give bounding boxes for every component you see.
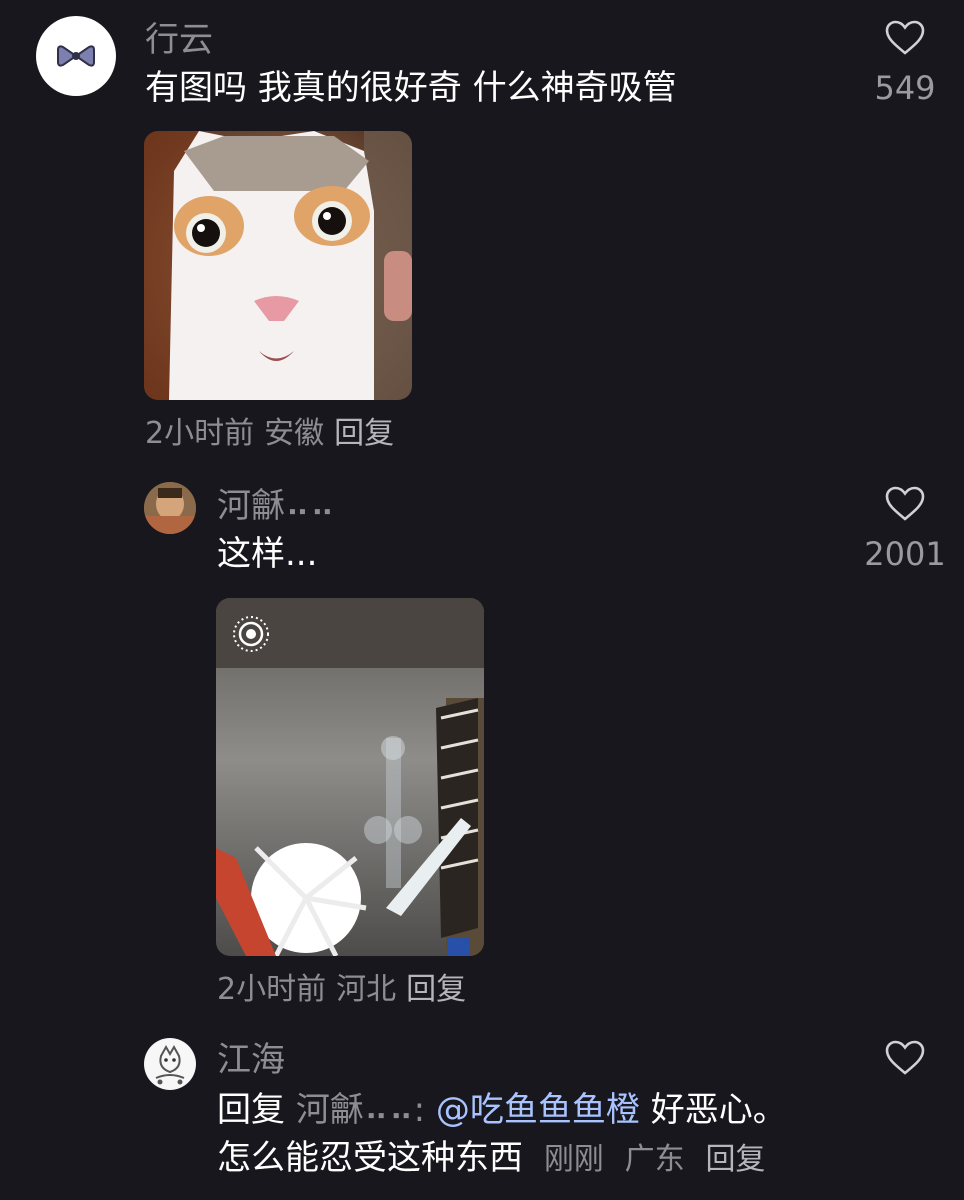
username[interactable]: 江海 — [217, 1040, 285, 1080]
location: 广东 — [624, 1142, 685, 1177]
like-button[interactable] — [850, 1040, 960, 1076]
comment-text-line-1: 回复 河龢⠤⠤: @吃鱼鱼鱼橙 好恶心。 — [217, 1088, 787, 1132]
heart-icon — [885, 1040, 925, 1075]
reply-prefix: 回复 — [217, 1090, 285, 1130]
cartoon-animal-icon — [145, 1039, 195, 1089]
reply-to-username[interactable]: 河龢⠤⠤: — [296, 1090, 425, 1130]
timestamp: 刚刚 — [543, 1142, 604, 1177]
comment-text-line-2: 怎么能忍受这种东西 刚刚 广东 回复 — [217, 1136, 765, 1182]
mention-link[interactable]: @吃鱼鱼鱼橙 — [436, 1090, 640, 1130]
comment-text-continued: 怎么能忍受这种东西 — [217, 1138, 523, 1178]
comment-text: 好恶心。 — [639, 1090, 787, 1130]
avatar[interactable] — [144, 1038, 196, 1090]
comment-3: 江海 回复 河龢⠤⠤: @吃鱼鱼鱼橙 好恶心。 怎么能忍受这种东西 刚刚 广东 … — [0, 0, 964, 1200]
reply-button[interactable]: 回复 — [705, 1142, 765, 1177]
